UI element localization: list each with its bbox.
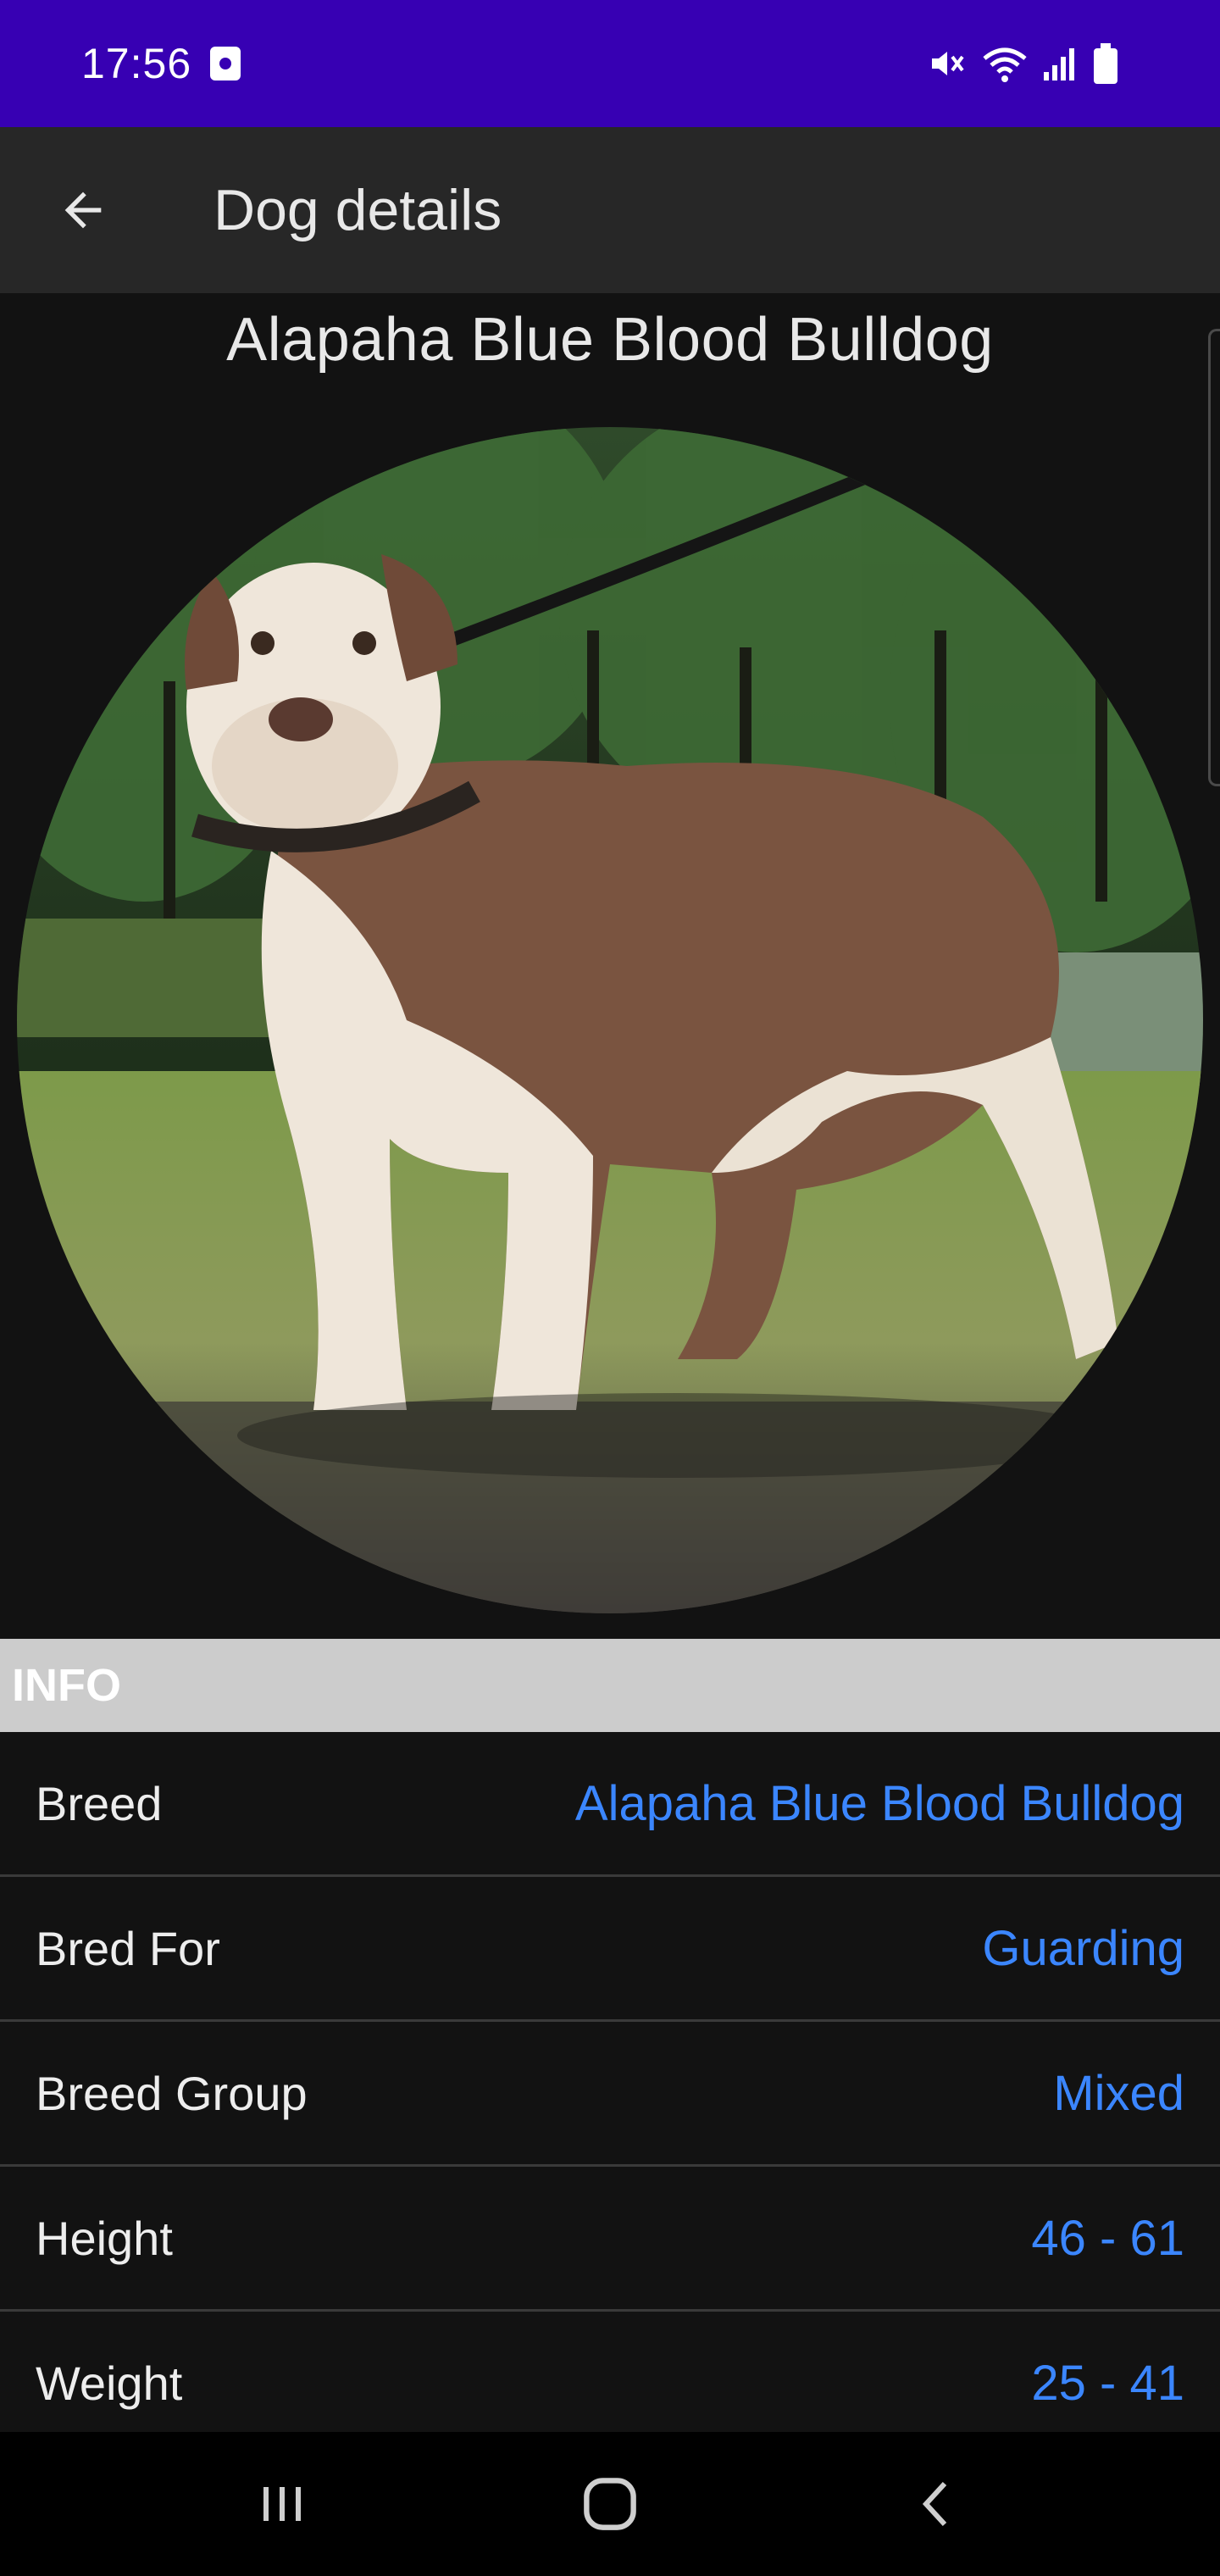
status-right (927, 43, 1118, 84)
back-icon (922, 2481, 946, 2527)
signal-icon (1044, 48, 1074, 80)
mute-icon (932, 52, 964, 75)
status-bar: 17:56 (0, 0, 1220, 127)
home-icon (584, 2478, 636, 2530)
dog-details-screen: 17:56 Dog details Alapaha Blue Blood Bul… (0, 0, 1220, 2576)
dog-photo (17, 427, 1203, 1613)
info-row-bred-for: Bred For Guarding (0, 1877, 1220, 2022)
screen-record-icon (210, 47, 241, 80)
wifi-icon (983, 47, 1027, 82)
home-button[interactable] (551, 2453, 669, 2555)
info-label: Breed Group (36, 2066, 308, 2120)
info-list: Breed Alapaha Blue Blood Bulldog Bred Fo… (0, 1732, 1220, 2432)
info-value: 46 - 61 (1031, 2210, 1184, 2266)
info-section-header: INFO (0, 1639, 1220, 1732)
info-row-breed: Breed Alapaha Blue Blood Bulldog (0, 1732, 1220, 1877)
app-bar: Dog details (0, 127, 1220, 293)
recents-icon (263, 2487, 302, 2521)
info-value: Guarding (982, 1920, 1184, 1976)
status-time: 17:56 (81, 40, 192, 87)
info-row-weight: Weight 25 - 41 (0, 2312, 1220, 2432)
recents-button[interactable] (223, 2453, 341, 2555)
info-row-breed-group: Breed Group Mixed (0, 2022, 1220, 2167)
status-left: 17:56 (81, 39, 241, 88)
scrollbar[interactable] (1208, 329, 1220, 786)
info-value: Mixed (1053, 2065, 1184, 2121)
info-label: Breed (36, 1776, 163, 1830)
info-label: Height (36, 2211, 173, 2265)
info-row-height: Height 46 - 61 (0, 2167, 1220, 2312)
info-value: 25 - 41 (1031, 2355, 1184, 2411)
info-value: Alapaha Blue Blood Bulldog (574, 1775, 1184, 1831)
back-button[interactable] (32, 159, 134, 261)
info-label: Weight (36, 2356, 183, 2410)
nav-back-button[interactable] (879, 2453, 997, 2555)
battery-icon (1094, 43, 1117, 84)
system-nav-bar (0, 2432, 1220, 2576)
arrow-back-icon (64, 192, 102, 229)
page-title: Dog details (214, 178, 502, 242)
details-content[interactable]: Alapaha Blue Blood Bulldog INFO Breed Al… (0, 293, 1220, 2432)
info-label: Bred For (36, 1921, 220, 1975)
dog-name-heading: Alapaha Blue Blood Bulldog (226, 306, 994, 374)
